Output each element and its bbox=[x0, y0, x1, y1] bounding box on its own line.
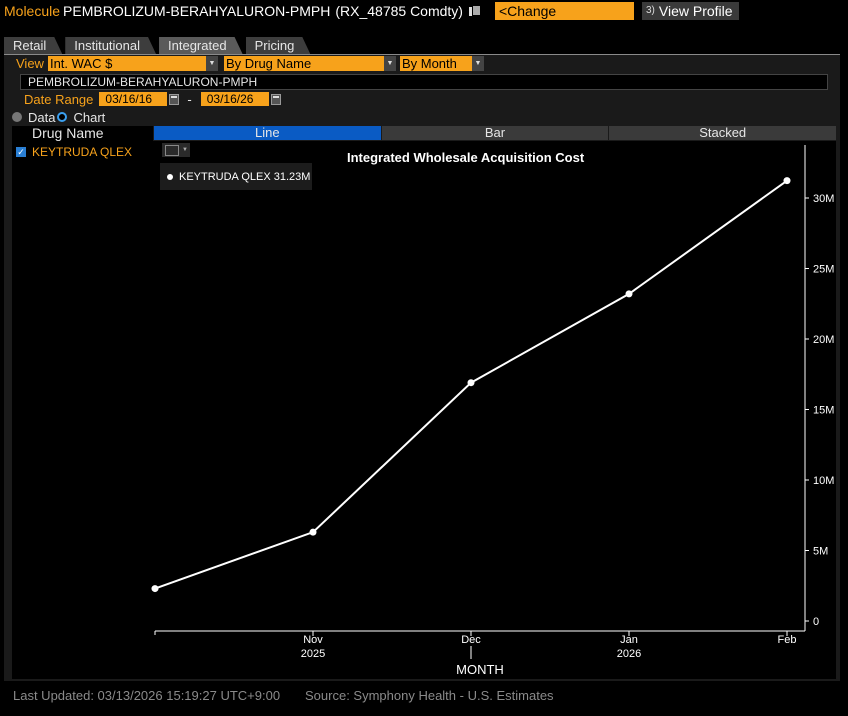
end-date-field[interactable]: 03/16/26 bbox=[200, 92, 269, 106]
group-select-value: By Drug Name bbox=[225, 56, 312, 71]
chevron-down-icon: ▼ bbox=[205, 56, 218, 71]
molecule-label: Molecule bbox=[4, 3, 61, 19]
date-range-controls: Date Range 03/16/16 - 03/16/26 bbox=[24, 91, 281, 107]
molecule-ticker: (RX_48785 Comdty) bbox=[335, 3, 463, 19]
tab-pricing[interactable]: Pricing bbox=[246, 37, 311, 54]
period-select[interactable]: By Month ▼ bbox=[399, 56, 484, 71]
view-select[interactable]: Int. WAC $ ▼ bbox=[47, 56, 218, 71]
date-range-label: Date Range bbox=[24, 91, 94, 107]
start-date-field[interactable]: 03/16/16 bbox=[99, 92, 168, 106]
calendar-icon[interactable] bbox=[169, 93, 180, 105]
chart-title: Integrated Wholesale Acquisition Cost bbox=[347, 150, 585, 165]
tab-institutional[interactable]: Institutional bbox=[65, 37, 156, 54]
radio-chart-label: Chart bbox=[73, 109, 106, 125]
drug-item-keytruda[interactable]: ✓ KEYTRUDA QLEX bbox=[16, 145, 132, 159]
legend-label: KEYTRUDA QLEX 31.23M bbox=[179, 170, 311, 183]
view-controls: View Int. WAC $ ▼ By Drug Name ▼ By Mont… bbox=[16, 56, 484, 71]
view-profile-button[interactable]: 3) View Profile bbox=[641, 2, 739, 20]
molecule-field[interactable]: PEMBROLIZUM-BERAHYALURON-PMPH bbox=[20, 74, 828, 90]
title-bar: Molecule PEMBROLIZUM-BERAHYALURON-PMPH (… bbox=[0, 0, 848, 37]
molecule-name: PEMBROLIZUM-BERAHYALURON-PMPH bbox=[63, 3, 331, 19]
radio-chart[interactable] bbox=[57, 112, 68, 122]
tab-retail[interactable]: Retail bbox=[4, 37, 62, 54]
check-icon[interactable]: ✓ bbox=[16, 147, 26, 157]
profile-number: 3) bbox=[645, 5, 655, 16]
drug-item-label: KEYTRUDA QLEX bbox=[32, 145, 133, 159]
tab-divider bbox=[4, 54, 840, 55]
chevron-down-icon: ▼ bbox=[471, 56, 484, 71]
tab-line[interactable]: Line bbox=[154, 126, 381, 140]
chevron-down-icon: ▼ bbox=[383, 56, 396, 71]
chevron-down-icon: ▼ bbox=[182, 147, 188, 153]
change-molecule-button[interactable]: <Change Molecule> bbox=[494, 2, 634, 37]
legend-marker bbox=[167, 173, 173, 180]
display-mode-toggle: Data Chart bbox=[12, 109, 106, 125]
chart-type-menu[interactable]: ▼ bbox=[162, 143, 190, 157]
tab-bar[interactable]: Bar bbox=[381, 126, 609, 140]
group-select[interactable]: By Drug Name ▼ bbox=[223, 56, 396, 71]
chart-area bbox=[12, 141, 836, 679]
view-select-value: Int. WAC $ bbox=[49, 56, 113, 71]
last-updated: Last Updated: 03/13/2026 15:19:27 UTC+9:… bbox=[13, 688, 281, 703]
copy-icon[interactable] bbox=[468, 5, 481, 17]
data-source: Source: Symphony Health - U.S. Estimates bbox=[305, 688, 554, 703]
radio-data[interactable] bbox=[12, 112, 22, 122]
radio-data-label: Data bbox=[28, 109, 56, 125]
chart-type-tabs: Line Bar Stacked bbox=[154, 126, 837, 140]
period-select-value: By Month bbox=[401, 56, 457, 71]
view-label: View bbox=[16, 56, 44, 71]
line-chart-icon bbox=[165, 144, 179, 156]
section-tabs: Retail Institutional Integrated Pricing bbox=[4, 37, 313, 54]
date-separator: - bbox=[187, 91, 192, 107]
drug-name-header: Drug Name bbox=[12, 126, 153, 141]
chart-legend: KEYTRUDA QLEX 31.23M bbox=[160, 163, 312, 190]
calendar-icon[interactable] bbox=[270, 93, 281, 105]
view-profile-label: View Profile bbox=[658, 3, 733, 19]
tab-integrated[interactable]: Integrated bbox=[159, 37, 243, 54]
tab-stacked[interactable]: Stacked bbox=[609, 126, 837, 140]
